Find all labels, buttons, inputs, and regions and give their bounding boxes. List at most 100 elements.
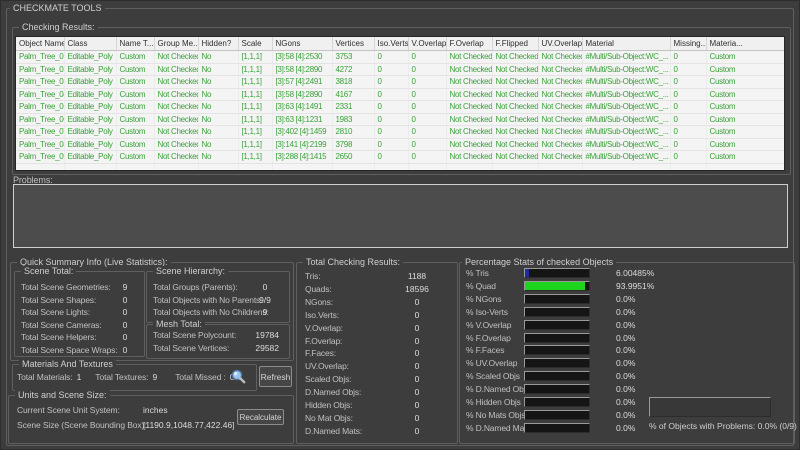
progress-bar xyxy=(524,345,590,355)
scene-total-label: Total Scene Shapes: xyxy=(15,295,96,305)
column-header[interactable]: Group Me... xyxy=(154,37,198,51)
column-header[interactable]: Object Name xyxy=(16,37,64,51)
table-cell: Custom xyxy=(116,113,154,126)
refresh-button[interactable]: Refresh xyxy=(259,366,292,387)
find-missing-button[interactable] xyxy=(229,368,247,386)
table-cell: [1,1,1] xyxy=(238,126,272,139)
table-cell: 0 xyxy=(408,138,446,151)
percentage-row: % V.Overlap0.0% xyxy=(460,318,794,331)
total-checking-results-label: Total Checking Results: xyxy=(303,257,403,268)
table-row[interactable]: Palm_Tree_02Editable_PolyCustomNot Check… xyxy=(16,63,784,76)
percentage-row: % D.Named Objs0.0% xyxy=(460,383,794,396)
column-header[interactable]: V.Overlap xyxy=(408,37,446,51)
table-row[interactable]: Palm_Tree_05Editable_PolyCustomNot Check… xyxy=(16,101,784,114)
column-header[interactable]: Material xyxy=(582,37,670,51)
table-cell: Not Checked xyxy=(446,126,492,139)
percentage-value: 6.00485% xyxy=(616,268,686,278)
table-cell: 0 xyxy=(374,113,408,126)
mesh-total-label: Total Scene Vertices: xyxy=(147,343,229,353)
column-header[interactable]: Hidden? xyxy=(198,37,238,51)
total-textures-value: 9 xyxy=(152,372,157,382)
table-cell: 0 xyxy=(670,151,706,164)
total-checking-label: D.Named Mats: xyxy=(299,426,362,436)
total-checking-label: Quads: xyxy=(299,284,332,294)
table-cell: #Multi/Sub-Object:WC_... xyxy=(582,101,670,114)
progress-bar xyxy=(524,333,590,343)
column-header[interactable]: Vertices xyxy=(332,37,374,51)
column-header[interactable]: F.Overlap xyxy=(446,37,492,51)
percentage-label: % V.Overlap xyxy=(460,320,511,330)
column-header[interactable]: F.Flipped xyxy=(492,37,538,51)
table-row[interactable]: Palm_Tree_04Editable_PolyCustomNot Check… xyxy=(16,88,784,101)
mesh-total-row: Total Scene Vertices:29582 xyxy=(147,342,289,355)
table-cell: 0 xyxy=(408,51,446,64)
percentage-label: % UV.Overlap xyxy=(460,358,517,368)
column-header[interactable]: Materia... xyxy=(706,37,784,51)
recalculate-button[interactable]: Recalculate xyxy=(237,409,284,425)
progress-bar xyxy=(524,268,590,278)
progress-bar xyxy=(524,371,590,381)
total-checking-row: Hidden Objs:0 xyxy=(299,398,459,411)
table-cell: 2650 xyxy=(332,151,374,164)
table-cell xyxy=(538,163,582,171)
total-checking-row: Scaled Objs:0 xyxy=(299,373,459,386)
table-cell: Editable_Poly xyxy=(64,88,116,101)
percentage-label: % Quad xyxy=(460,281,496,291)
table-cell: Not Checked xyxy=(154,51,198,64)
percentage-label: % NGons xyxy=(460,294,501,304)
table-cell: Custom xyxy=(116,63,154,76)
percentage-row: % Tris6.00485% xyxy=(460,267,794,280)
scene-total-label: Total Scene Lights: xyxy=(15,307,90,317)
table-cell: Not Checked xyxy=(538,113,582,126)
total-checking-label: Hidden Objs: xyxy=(299,400,352,410)
column-header[interactable]: UV.Overlap xyxy=(538,37,582,51)
table-row[interactable]: Palm_Tree_08Editable_PolyCustomNot Check… xyxy=(16,138,784,151)
column-header[interactable]: Scale xyxy=(238,37,272,51)
percentage-row: % UV.Overlap0.0% xyxy=(460,357,794,370)
column-header[interactable]: Iso.Verts xyxy=(374,37,408,51)
scene-total-label: Scene Total: xyxy=(21,266,76,277)
magnifier-icon xyxy=(229,368,247,386)
table-cell: 3798 xyxy=(332,138,374,151)
table-cell: Not Checked xyxy=(492,76,538,89)
table-cell: Custom xyxy=(116,138,154,151)
table-cell: Not Checked xyxy=(538,88,582,101)
table-cell: Custom xyxy=(706,88,784,101)
table-cell: Not Checked xyxy=(446,76,492,89)
checking-results-table: Object NameClassName T...Group Me...Hidd… xyxy=(15,36,785,171)
table-row[interactable]: Palm_Tree_06Editable_PolyCustomNot Check… xyxy=(16,113,784,126)
table-row[interactable]: Palm_Tree_09Editable_PolyCustomNot Check… xyxy=(16,151,784,164)
total-checking-row: V.Overlap:0 xyxy=(299,321,459,334)
table-cell: Not Checked xyxy=(538,151,582,164)
progress-bar xyxy=(524,294,590,304)
table-cell: #Multi/Sub-Object:WC_... xyxy=(582,88,670,101)
table-cell: Custom xyxy=(706,138,784,151)
table-row[interactable]: Palm_Tree_01Editable_PolyCustomNot Check… xyxy=(16,51,784,64)
total-textures-label: Total Textures: xyxy=(95,372,148,382)
problems-listbox[interactable] xyxy=(13,184,788,248)
percentage-row: % Quad93.9951% xyxy=(460,280,794,293)
table-cell: 0 xyxy=(374,76,408,89)
percentage-row: % NGons0.0% xyxy=(460,293,794,306)
empty-row xyxy=(16,163,784,171)
table-cell: [1,1,1] xyxy=(238,51,272,64)
scene-hierarchy-label: Total Objects with No Parents: xyxy=(147,295,262,305)
column-header[interactable]: NGons xyxy=(272,37,332,51)
percentage-value: 0.0% xyxy=(616,384,686,394)
column-header[interactable]: Missing... xyxy=(670,37,706,51)
table-cell: Not Checked xyxy=(538,126,582,139)
table-cell xyxy=(116,163,154,171)
total-checking-label: F.Faces: xyxy=(299,348,336,358)
table-cell: #Multi/Sub-Object:WC_... xyxy=(582,63,670,76)
column-header[interactable]: Name T... xyxy=(116,37,154,51)
table-row[interactable]: Palm_Tree_07Editable_PolyCustomNot Check… xyxy=(16,126,784,139)
column-header[interactable]: Class xyxy=(64,37,116,51)
table-cell: 0 xyxy=(670,51,706,64)
scene-total-value: 0 xyxy=(113,320,137,330)
table-cell: [3]:57 [4]:2491 xyxy=(272,76,332,89)
table-row[interactable]: Palm_Tree_03Editable_PolyCustomNot Check… xyxy=(16,76,784,89)
total-checking-label: Tris: xyxy=(299,271,320,281)
total-checking-label: NGons: xyxy=(299,297,333,307)
scene-total-value: 0 xyxy=(113,307,137,317)
total-checking-label: V.Overlap: xyxy=(299,323,343,333)
